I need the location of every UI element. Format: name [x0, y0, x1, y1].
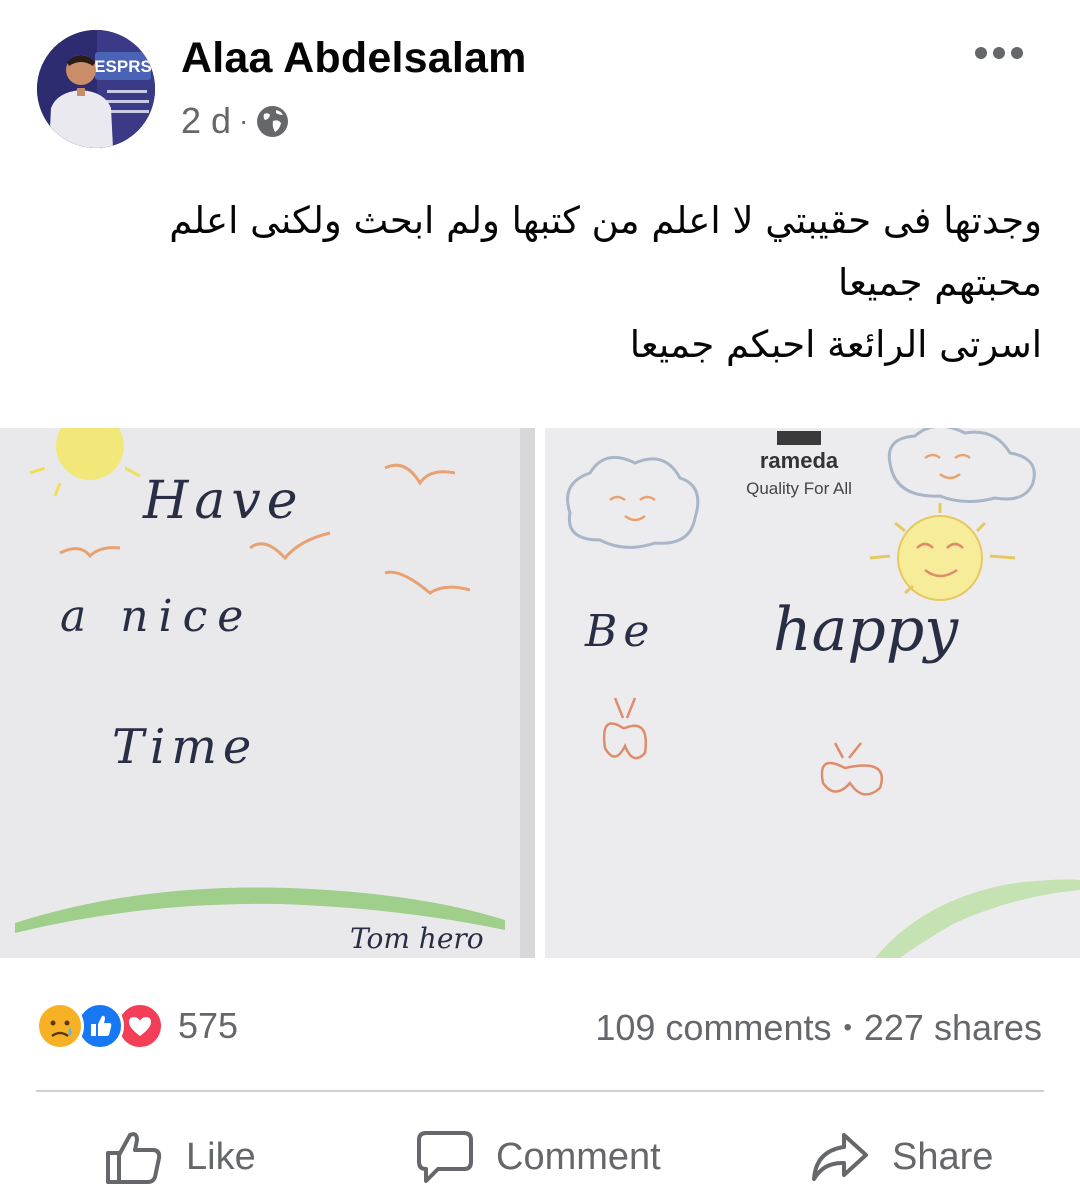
shares-count[interactable]: 227 shares — [864, 1007, 1042, 1049]
handwriting-have: Have — [142, 471, 304, 531]
sad-icon — [36, 1002, 84, 1050]
globe-icon[interactable] — [256, 105, 289, 138]
avatar[interactable]: ESPRS — [37, 30, 155, 148]
photo-left[interactable]: Have a nice Time Tom hero — [0, 428, 535, 958]
share-arrow-icon — [812, 1133, 868, 1181]
share-button[interactable]: Share — [810, 1122, 993, 1192]
thumbs-up-icon — [106, 1132, 162, 1184]
reaction-count: 575 — [178, 1005, 239, 1046]
divider — [36, 1090, 1044, 1092]
like-label: Like — [186, 1135, 256, 1178]
engagement-counts: 109 comments • 227 shares — [595, 1007, 1042, 1049]
share-label: Share — [892, 1135, 994, 1178]
handwriting-a-nice: a nice — [60, 591, 253, 642]
post-time[interactable]: 2 d — [181, 100, 231, 142]
post-photos: Have a nice Time Tom hero rameda Quality… — [0, 428, 1080, 958]
post-caption: وجدتها فى حقيبتي لا اعلم من كتبها ولم اب… — [52, 190, 1042, 376]
comment-label: Comment — [496, 1135, 661, 1178]
handwriting-be: Be — [584, 606, 655, 657]
post-stats: 575 109 comments • 227 shares — [0, 1000, 1080, 1060]
comment-button[interactable]: Comment — [416, 1122, 661, 1192]
brand-name: rameda — [760, 448, 839, 473]
brand-tagline: Quality For All — [746, 479, 852, 498]
author-name[interactable]: Alaa Abdelsalam — [181, 34, 527, 83]
handwriting-happy: happy — [773, 595, 959, 665]
comment-icon — [417, 1131, 473, 1183]
handwriting-time: Time — [112, 719, 257, 775]
more-options-icon[interactable] — [975, 44, 1025, 60]
signature-tom-hero: Tom hero — [350, 922, 484, 955]
avatar-banner-text: ESPRS — [94, 57, 152, 76]
post-meta: 2 d · — [181, 100, 289, 142]
like-button[interactable]: Like — [104, 1122, 256, 1192]
caption-line: اسرتى الرائعة احبكم جميعا — [629, 323, 1042, 366]
meta-separator: · — [239, 105, 249, 136]
post-header: ESPRS Alaa Abdelsalam 2 d · — [0, 0, 1080, 160]
caption-line: وجدتها فى حقيبتي لا اعلم من كتبها ولم اب… — [169, 199, 1042, 242]
reactions-summary[interactable]: 575 — [36, 1002, 238, 1050]
photo-right[interactable]: rameda Quality For All Be happy — [545, 428, 1080, 958]
rameda-logo-icon — [777, 431, 821, 445]
caption-line: محبتهم جميعا — [837, 261, 1042, 304]
action-bar: Like Comment Share — [0, 1122, 1080, 1192]
comments-count[interactable]: 109 comments — [595, 1007, 831, 1049]
counts-separator: • — [843, 1014, 852, 1041]
